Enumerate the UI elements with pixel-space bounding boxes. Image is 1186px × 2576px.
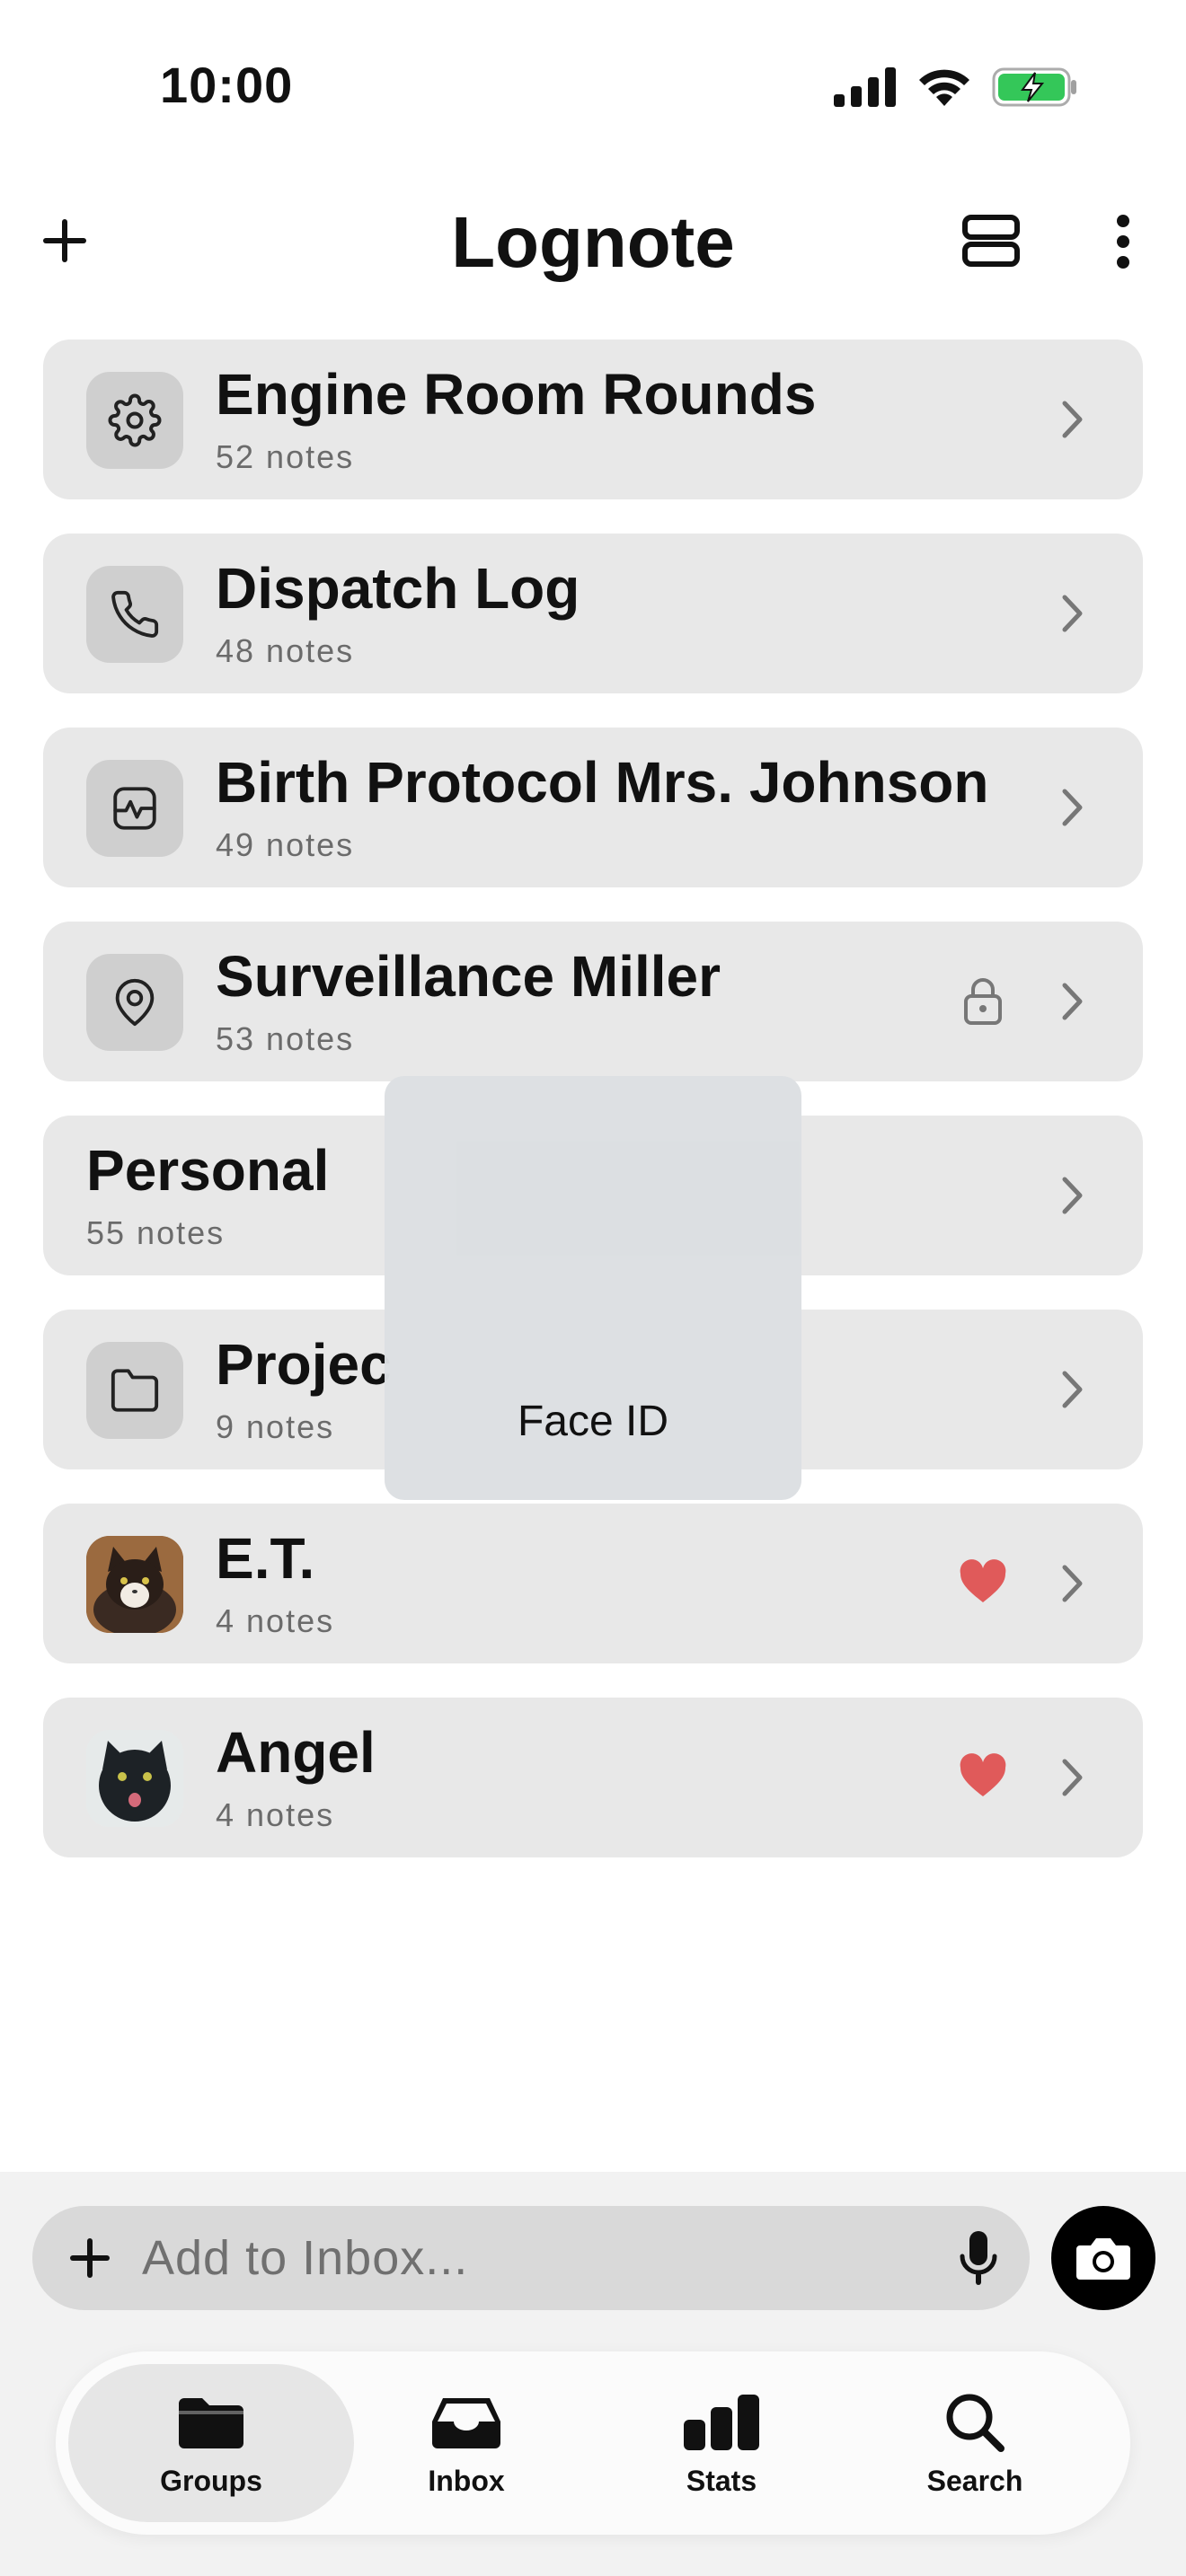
battery-charging-icon: [992, 67, 1076, 107]
group-count: 4 notes: [216, 1796, 335, 1834]
chevron-right-icon: [1062, 1759, 1083, 1796]
tab-label: Groups: [160, 2465, 262, 2497]
chevron-right-icon: [1062, 1565, 1083, 1602]
folder-icon: [171, 2391, 252, 2454]
group-row-engine-room-rounds[interactable]: Engine Room Rounds 52 notes: [43, 340, 1143, 499]
camera-icon: [1076, 2238, 1130, 2280]
microphone-icon[interactable]: [956, 2228, 1001, 2290]
group-row-et[interactable]: E.T. 4 notes: [43, 1504, 1143, 1663]
group-row-birth-protocol[interactable]: Birth Protocol Mrs. Johnson 49 notes: [43, 728, 1143, 887]
bar-chart-icon: [681, 2391, 762, 2454]
inbox-add-icon[interactable]: [65, 2233, 115, 2283]
status-icons: [834, 65, 1078, 110]
group-count: 49 notes: [216, 826, 355, 864]
group-count: 48 notes: [216, 632, 355, 670]
chevron-right-icon: [1062, 1371, 1083, 1408]
add-to-inbox-input[interactable]: [142, 2206, 861, 2310]
folder-icon: [86, 1342, 183, 1439]
search-icon: [934, 2391, 1015, 2454]
status-bar: 10:00: [0, 0, 1186, 171]
heart-icon: [960, 1753, 1006, 1796]
more-options-button[interactable]: [1105, 212, 1141, 271]
location-pin-icon: [86, 954, 183, 1051]
cat-photo-avatar: [86, 1536, 183, 1633]
gear-icon: [86, 372, 183, 469]
chevron-right-icon: [1062, 789, 1083, 826]
group-name: Dispatch Log: [216, 556, 580, 621]
group-count: 4 notes: [216, 1602, 335, 1640]
nav-header: Lognote: [0, 180, 1186, 305]
face-id-label: Face ID: [517, 1398, 669, 1445]
group-name: E.T.: [216, 1526, 315, 1591]
chevron-right-icon: [1062, 595, 1083, 632]
tab-label: Inbox: [428, 2465, 505, 2497]
layout-toggle-button[interactable]: [961, 214, 1024, 268]
chevron-right-icon: [1062, 401, 1083, 438]
bottom-bar: Groups Inbox Stats Search: [0, 2172, 1186, 2576]
group-name: Angel: [216, 1720, 376, 1785]
cat-photo-avatar: [86, 1730, 183, 1827]
group-row-surveillance-miller[interactable]: Surveillance Miller 53 notes: [43, 922, 1143, 1081]
lock-icon: [964, 978, 1002, 1025]
group-name: Birth Protocol Mrs. Johnson: [216, 750, 989, 815]
camera-button[interactable]: [1051, 2206, 1155, 2310]
tray-icon: [426, 2391, 507, 2454]
group-row-dispatch-log[interactable]: Dispatch Log 48 notes: [43, 534, 1143, 693]
group-count: 53 notes: [216, 1020, 355, 1058]
chevron-right-icon: [1062, 983, 1083, 1020]
group-count: 52 notes: [216, 438, 355, 476]
group-name: Engine Room Rounds: [216, 362, 817, 427]
inbox-bar: [32, 2206, 1030, 2310]
wifi-icon: [919, 69, 969, 106]
group-name: Surveillance Miller: [216, 944, 721, 1009]
tab-inbox[interactable]: Inbox: [323, 2364, 609, 2522]
chevron-right-icon: [1062, 1177, 1083, 1214]
group-row-angel[interactable]: Angel 4 notes: [43, 1698, 1143, 1857]
tab-stats[interactable]: Stats: [579, 2364, 864, 2522]
phone-icon: [86, 566, 183, 663]
tab-search[interactable]: Search: [832, 2364, 1118, 2522]
face-id-overlay: Face ID: [385, 1076, 801, 1500]
tab-bar: Groups Inbox Stats Search: [56, 2351, 1130, 2535]
status-time: 10:00: [160, 57, 294, 113]
waveform-icon: [86, 760, 183, 857]
heart-icon: [960, 1559, 1006, 1602]
tab-label: Search: [926, 2465, 1023, 2497]
tab-groups[interactable]: Groups: [68, 2364, 354, 2522]
cellular-signal-icon: [834, 67, 896, 107]
tab-label: Stats: [686, 2465, 757, 2497]
